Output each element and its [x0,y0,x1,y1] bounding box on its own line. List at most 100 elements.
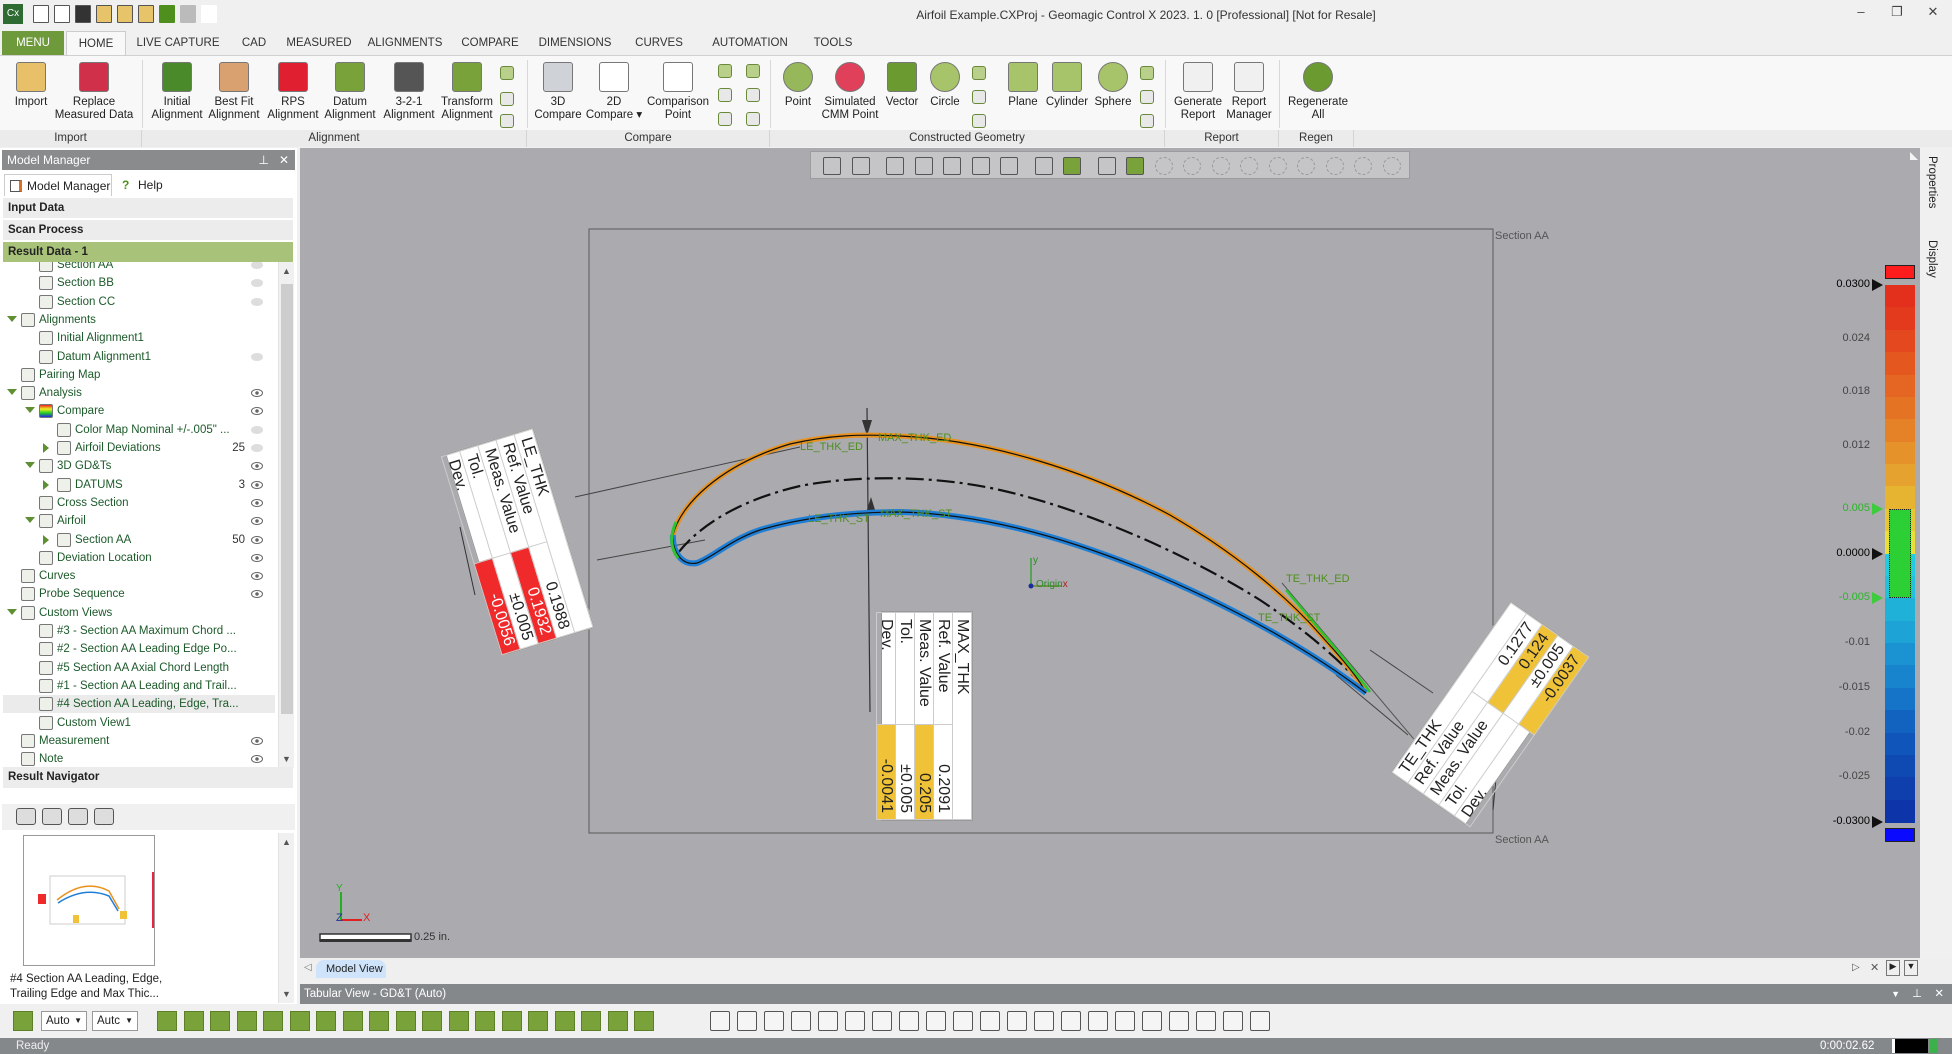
scroll-up-icon[interactable]: ▲ [282,266,291,276]
tree-item[interactable]: Color Map Nominal +/-.005" ... [3,421,275,439]
measure-tool-icon[interactable] [899,1011,919,1031]
tab-curves[interactable]: CURVES [626,31,692,55]
tree-item[interactable]: Curves [3,567,275,585]
tree-item[interactable]: Section AA 50 [3,531,275,549]
lasso-icon[interactable] [1211,157,1230,175]
cube-view-icon[interactable] [851,157,870,175]
pin-icon[interactable]: ⊥ [259,150,269,170]
ribbon-small-tool-icon[interactable] [500,66,514,80]
tree-item[interactable]: Cross Section [3,494,275,512]
ribbon-small-tool-icon[interactable] [1140,66,1154,80]
display-filter-icon[interactable] [501,1011,522,1031]
section-result-data[interactable]: Result Data - 1 [3,242,293,262]
tab-menu-icon[interactable]: ▶ [1886,960,1900,976]
tab-help[interactable]: ? Help [116,174,176,196]
tab-compare[interactable]: COMPARE [454,31,526,55]
tab-model-view[interactable]: Model View [316,960,386,978]
tab-dropdown-icon[interactable]: ▼ [1904,960,1918,976]
ribbon-small-tool-icon[interactable] [718,112,732,126]
section-input-data[interactable]: Input Data [3,198,293,218]
display-filter-icon[interactable] [528,1011,548,1031]
hidden-visibility-icon[interactable] [251,352,263,361]
sphere-button[interactable]: Sphere [1081,62,1145,109]
tree-item[interactable]: #2 - Section AA Leading Edge Po... [3,640,275,658]
tab-home[interactable]: HOME [66,31,126,55]
display-filter-icon[interactable] [634,1011,654,1031]
tab-automation[interactable]: AUTOMATION [700,31,800,55]
tree-item[interactable]: Datum Alignment1 [3,348,275,366]
measure-tool-icon[interactable] [737,1011,757,1031]
tree-item[interactable]: Custom Views [3,604,275,622]
display-filter-icon[interactable] [316,1011,336,1031]
measure-tool-icon[interactable] [791,1011,811,1031]
tree-item[interactable]: Section BB [3,274,275,292]
measure-tool-icon[interactable] [818,1011,838,1031]
eye-icon[interactable] [251,553,263,562]
display-filter-icon[interactable] [236,1011,257,1031]
tree-item[interactable]: Section CC [3,293,275,311]
expand-arrow-icon[interactable] [43,479,49,490]
eye-icon[interactable] [251,517,263,526]
ribbon-small-tool-icon[interactable] [500,114,514,128]
line-select-icon[interactable] [1097,157,1116,175]
tree-item[interactable]: Initial Alignment1 [3,329,275,347]
eye-icon[interactable] [251,389,263,398]
3d-compare-button[interactable]: 3D Compare [526,62,590,122]
2d-compare-button[interactable]: 2D Compare ▾ [582,62,646,122]
normal-up-icon[interactable] [1000,157,1018,175]
measure-tool-icon[interactable] [764,1011,784,1031]
tree-item[interactable]: #5 Section AA Axial Chord Length [3,659,275,677]
tab-alignments[interactable]: ALIGNMENTS [362,31,448,55]
section-scan-process[interactable]: Scan Process [3,220,293,240]
extend-select-icon[interactable] [1325,157,1344,175]
tab-model-manager[interactable]: Model Manager [4,174,112,196]
expand-arrow-icon[interactable] [43,443,49,453]
compare-layout-icon[interactable] [1063,157,1081,175]
layout-icon[interactable] [1034,157,1053,175]
display-filter-icon[interactable] [342,1011,363,1031]
ribbon-small-tool-icon[interactable] [746,64,760,78]
tree-item[interactable]: Section AA [3,262,275,274]
display-filter-icon[interactable] [448,1011,469,1031]
transform-button[interactable]: Transform Alignment [427,62,507,122]
depth-select-icon[interactable] [1354,157,1372,175]
display-filter-icon[interactable] [263,1011,283,1031]
tab-live-capture[interactable]: LIVE CAPTURE [132,31,224,55]
scroll-up-icon[interactable]: ▲ [282,837,291,847]
tree-item[interactable]: Custom View1 [3,714,275,732]
measure-tool-icon[interactable] [710,1011,730,1031]
report-manager-button[interactable]: Report Manager [1209,62,1289,122]
close-icon[interactable]: ✕ [1934,984,1944,1004]
navigator-scrollbar[interactable]: ▲ ▼ [278,833,294,1003]
collapse-arrow-icon[interactable] [25,407,35,414]
scroll-thumb[interactable] [281,284,293,714]
ribbon-small-tool-icon[interactable] [972,90,986,104]
collapse-arrow-icon[interactable] [7,608,17,615]
tree-item[interactable]: Deviation Location [3,549,275,567]
tab-dimensions[interactable]: DIMENSIONS [532,31,618,55]
measure-tool-icon[interactable] [1034,1011,1054,1031]
hidden-visibility-icon[interactable] [251,279,263,288]
tab-tools[interactable]: TOOLS [806,31,860,55]
tree-item[interactable]: Analysis [3,384,275,402]
view-orientation-icon[interactable] [823,157,841,175]
tree-item[interactable]: Pairing Map [3,366,275,384]
tab-display[interactable]: Display [1926,240,1938,278]
tolerance-marker-icon[interactable] [1872,502,1883,515]
hidden-visibility-icon[interactable] [251,425,263,434]
ribbon-small-tool-icon[interactable] [746,112,760,126]
tree-item[interactable]: DATUMS 3 [3,476,275,494]
ribbon-small-tool-icon[interactable] [972,114,986,128]
ribbon-small-tool-icon[interactable] [1140,114,1154,128]
section-view-icon[interactable] [886,157,904,175]
pin-icon[interactable]: ⊥ [1912,984,1922,1004]
collapse-arrow-icon[interactable] [7,315,17,322]
rotate-right-icon[interactable] [943,157,961,175]
display-filter-icon[interactable] [157,1011,177,1031]
restore-button[interactable]: ❐ [1882,4,1912,24]
display-filter-icon[interactable] [607,1011,628,1031]
tab-measured[interactable]: MEASURED [284,31,354,55]
replace-data-button[interactable]: Replace Measured Data [54,62,134,122]
ribbon-small-tool-icon[interactable] [1140,90,1154,104]
tab-scroll-left-icon[interactable]: ◁ [304,962,312,973]
